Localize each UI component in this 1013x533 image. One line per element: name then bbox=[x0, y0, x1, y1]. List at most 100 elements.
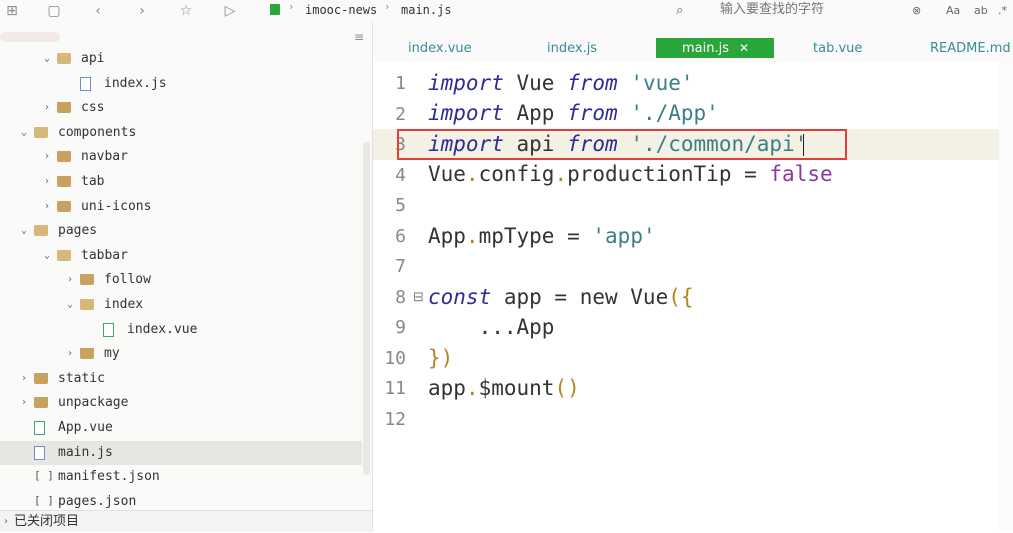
folder-icon bbox=[80, 299, 94, 310]
line-number: 2 bbox=[395, 103, 406, 125]
save-icon[interactable]: ▢ bbox=[44, 1, 64, 21]
closed-projects-label: 已关闭项目 bbox=[14, 514, 80, 529]
chevron-right-icon[interactable]: › bbox=[18, 391, 30, 415]
code-line-9: ...App bbox=[428, 315, 555, 339]
file-icon bbox=[34, 421, 45, 435]
line-number: 7 bbox=[395, 256, 406, 277]
whole-word-icon[interactable]: ab bbox=[974, 1, 988, 21]
tab-tab-vue[interactable]: tab.vue bbox=[813, 39, 862, 58]
chevron-right-icon[interactable]: › bbox=[41, 195, 53, 219]
line-number: 6 bbox=[395, 225, 406, 247]
file-icon: [ ] bbox=[34, 469, 54, 483]
chevron-right-icon[interactable]: › bbox=[41, 145, 53, 169]
chevron-down-icon[interactable]: ⌄ bbox=[41, 47, 53, 71]
editor-tabs: index.vue index.js main.js ✕ tab.vue READ… bbox=[373, 22, 1013, 62]
top-toolbar: ⊞ ▢ ‹ › ☆ ▷ › imooc-news › main.js ⌕ 输入要… bbox=[0, 0, 1013, 23]
line-number: 8 bbox=[395, 286, 406, 308]
code-line-1: import Vue from 'vue' bbox=[428, 71, 694, 95]
tree-item-label: index bbox=[104, 297, 144, 312]
tree-item[interactable]: › my bbox=[0, 342, 362, 366]
line-number: 5 bbox=[395, 195, 406, 216]
tree-item[interactable]: › unpackage bbox=[0, 391, 362, 415]
tree-item[interactable]: App.vue bbox=[0, 416, 362, 440]
folder-icon bbox=[57, 53, 71, 64]
search-icon[interactable]: ⌕ bbox=[676, 1, 696, 21]
code-line-2: import App from './App' bbox=[428, 101, 719, 125]
tab-index-js[interactable]: index.js bbox=[547, 39, 597, 58]
match-case-toggle[interactable]: Aa bbox=[946, 1, 960, 21]
tree-item[interactable]: › follow bbox=[0, 268, 362, 292]
breadcrumb-project[interactable]: imooc-news bbox=[305, 3, 377, 17]
tree-item[interactable]: ⌄ api bbox=[0, 47, 362, 71]
chevron-right-icon[interactable]: › bbox=[41, 170, 53, 194]
star-icon[interactable]: ☆ bbox=[176, 1, 196, 21]
folder-icon bbox=[57, 102, 71, 114]
folder-icon bbox=[57, 249, 71, 261]
tree-item[interactable]: index.vue bbox=[0, 318, 362, 342]
sidebar-scrollbar[interactable] bbox=[363, 142, 370, 475]
close-icon[interactable]: ✕ bbox=[739, 41, 749, 55]
tree-item[interactable]: › static bbox=[0, 367, 362, 391]
chevron-right-icon[interactable]: › bbox=[18, 367, 30, 391]
tab-index-vue[interactable]: index.vue bbox=[408, 39, 472, 58]
forward-icon[interactable]: › bbox=[132, 1, 152, 21]
tree-item[interactable]: ⌄ pages bbox=[0, 219, 362, 243]
folder-icon bbox=[80, 348, 94, 360]
chevron-down-icon[interactable]: ⌄ bbox=[41, 244, 53, 268]
project-explorer: ≡ ⌄ api index.js › css ⌄ components › navbar › tab… bbox=[0, 22, 373, 531]
tree-item-label: main.js bbox=[58, 444, 113, 460]
regex-icon[interactable]: .* bbox=[998, 1, 1007, 21]
breadcrumb-file[interactable]: main.js bbox=[401, 3, 452, 17]
run-icon[interactable]: ▷ bbox=[220, 1, 240, 21]
fold-icon[interactable]: ⊟ bbox=[413, 290, 424, 305]
tree-item[interactable]: › css bbox=[0, 96, 362, 120]
tree-item-label: navbar bbox=[81, 149, 128, 165]
chevron-right-icon: › bbox=[4, 516, 8, 527]
chevron-down-icon[interactable]: ⌄ bbox=[18, 121, 30, 145]
tree-item-label: index.js bbox=[104, 75, 167, 91]
folder-icon bbox=[57, 176, 71, 187]
editor-scrollbar[interactable] bbox=[999, 62, 1013, 531]
chevron-right-icon[interactable]: › bbox=[64, 342, 76, 366]
tree-item[interactable]: index.js bbox=[0, 72, 362, 96]
tree-item[interactable]: main.js bbox=[0, 440, 362, 465]
text-cursor bbox=[803, 134, 804, 156]
blurred-project-name bbox=[0, 32, 60, 42]
highlight-annotation-box bbox=[397, 129, 847, 160]
tree-item-label: pages bbox=[58, 223, 98, 239]
tree-item-label: static bbox=[58, 370, 105, 386]
tab-readme[interactable]: README.md bbox=[930, 39, 1011, 58]
tree-item-label: App.vue bbox=[58, 420, 113, 435]
tab-main-js[interactable]: main.js ✕ bbox=[656, 38, 774, 58]
tree-item-label: css bbox=[81, 100, 105, 116]
line-number: 11 bbox=[384, 378, 406, 399]
new-file-icon[interactable]: ⊞ bbox=[2, 1, 22, 21]
file-icon bbox=[80, 76, 91, 91]
tree-item[interactable]: ⌄ index bbox=[0, 293, 362, 317]
file-icon bbox=[103, 322, 114, 337]
file-icon: [ ] bbox=[34, 493, 54, 507]
tree-item-label: index.vue bbox=[127, 321, 198, 337]
closed-projects-bar[interactable]: › 已关闭项目 bbox=[0, 510, 372, 532]
explorer-menu-icon[interactable]: ≡ bbox=[354, 30, 364, 44]
tree-item[interactable]: › navbar bbox=[0, 145, 362, 169]
tree-item[interactable]: › tab bbox=[0, 170, 362, 194]
line-number: 9 bbox=[395, 317, 406, 338]
back-icon[interactable]: ‹ bbox=[88, 1, 108, 21]
tree-item[interactable]: › uni-icons bbox=[0, 195, 362, 219]
chevron-down-icon[interactable]: ⌄ bbox=[64, 293, 76, 317]
clear-search-icon[interactable]: ⊗ bbox=[912, 1, 921, 21]
tab-main-js-label: main.js bbox=[682, 41, 729, 56]
tree-item[interactable]: ⌄ components bbox=[0, 121, 362, 145]
line-number: 4 bbox=[395, 164, 406, 186]
tree-item-label: uni-icons bbox=[81, 198, 152, 214]
chevron-right-icon[interactable]: › bbox=[64, 268, 76, 292]
tree-item[interactable]: ⌄ tabbar bbox=[0, 244, 362, 268]
tree-item-label: my bbox=[104, 346, 120, 362]
tree-item-label: components bbox=[58, 124, 137, 140]
tree-item-label: unpackage bbox=[58, 395, 129, 411]
tree-item[interactable]: [ ] manifest.json bbox=[0, 465, 362, 489]
chevron-right-icon[interactable]: › bbox=[41, 96, 53, 120]
chevron-down-icon[interactable]: ⌄ bbox=[18, 219, 30, 243]
tree-item-label: tabbar bbox=[81, 247, 128, 263]
